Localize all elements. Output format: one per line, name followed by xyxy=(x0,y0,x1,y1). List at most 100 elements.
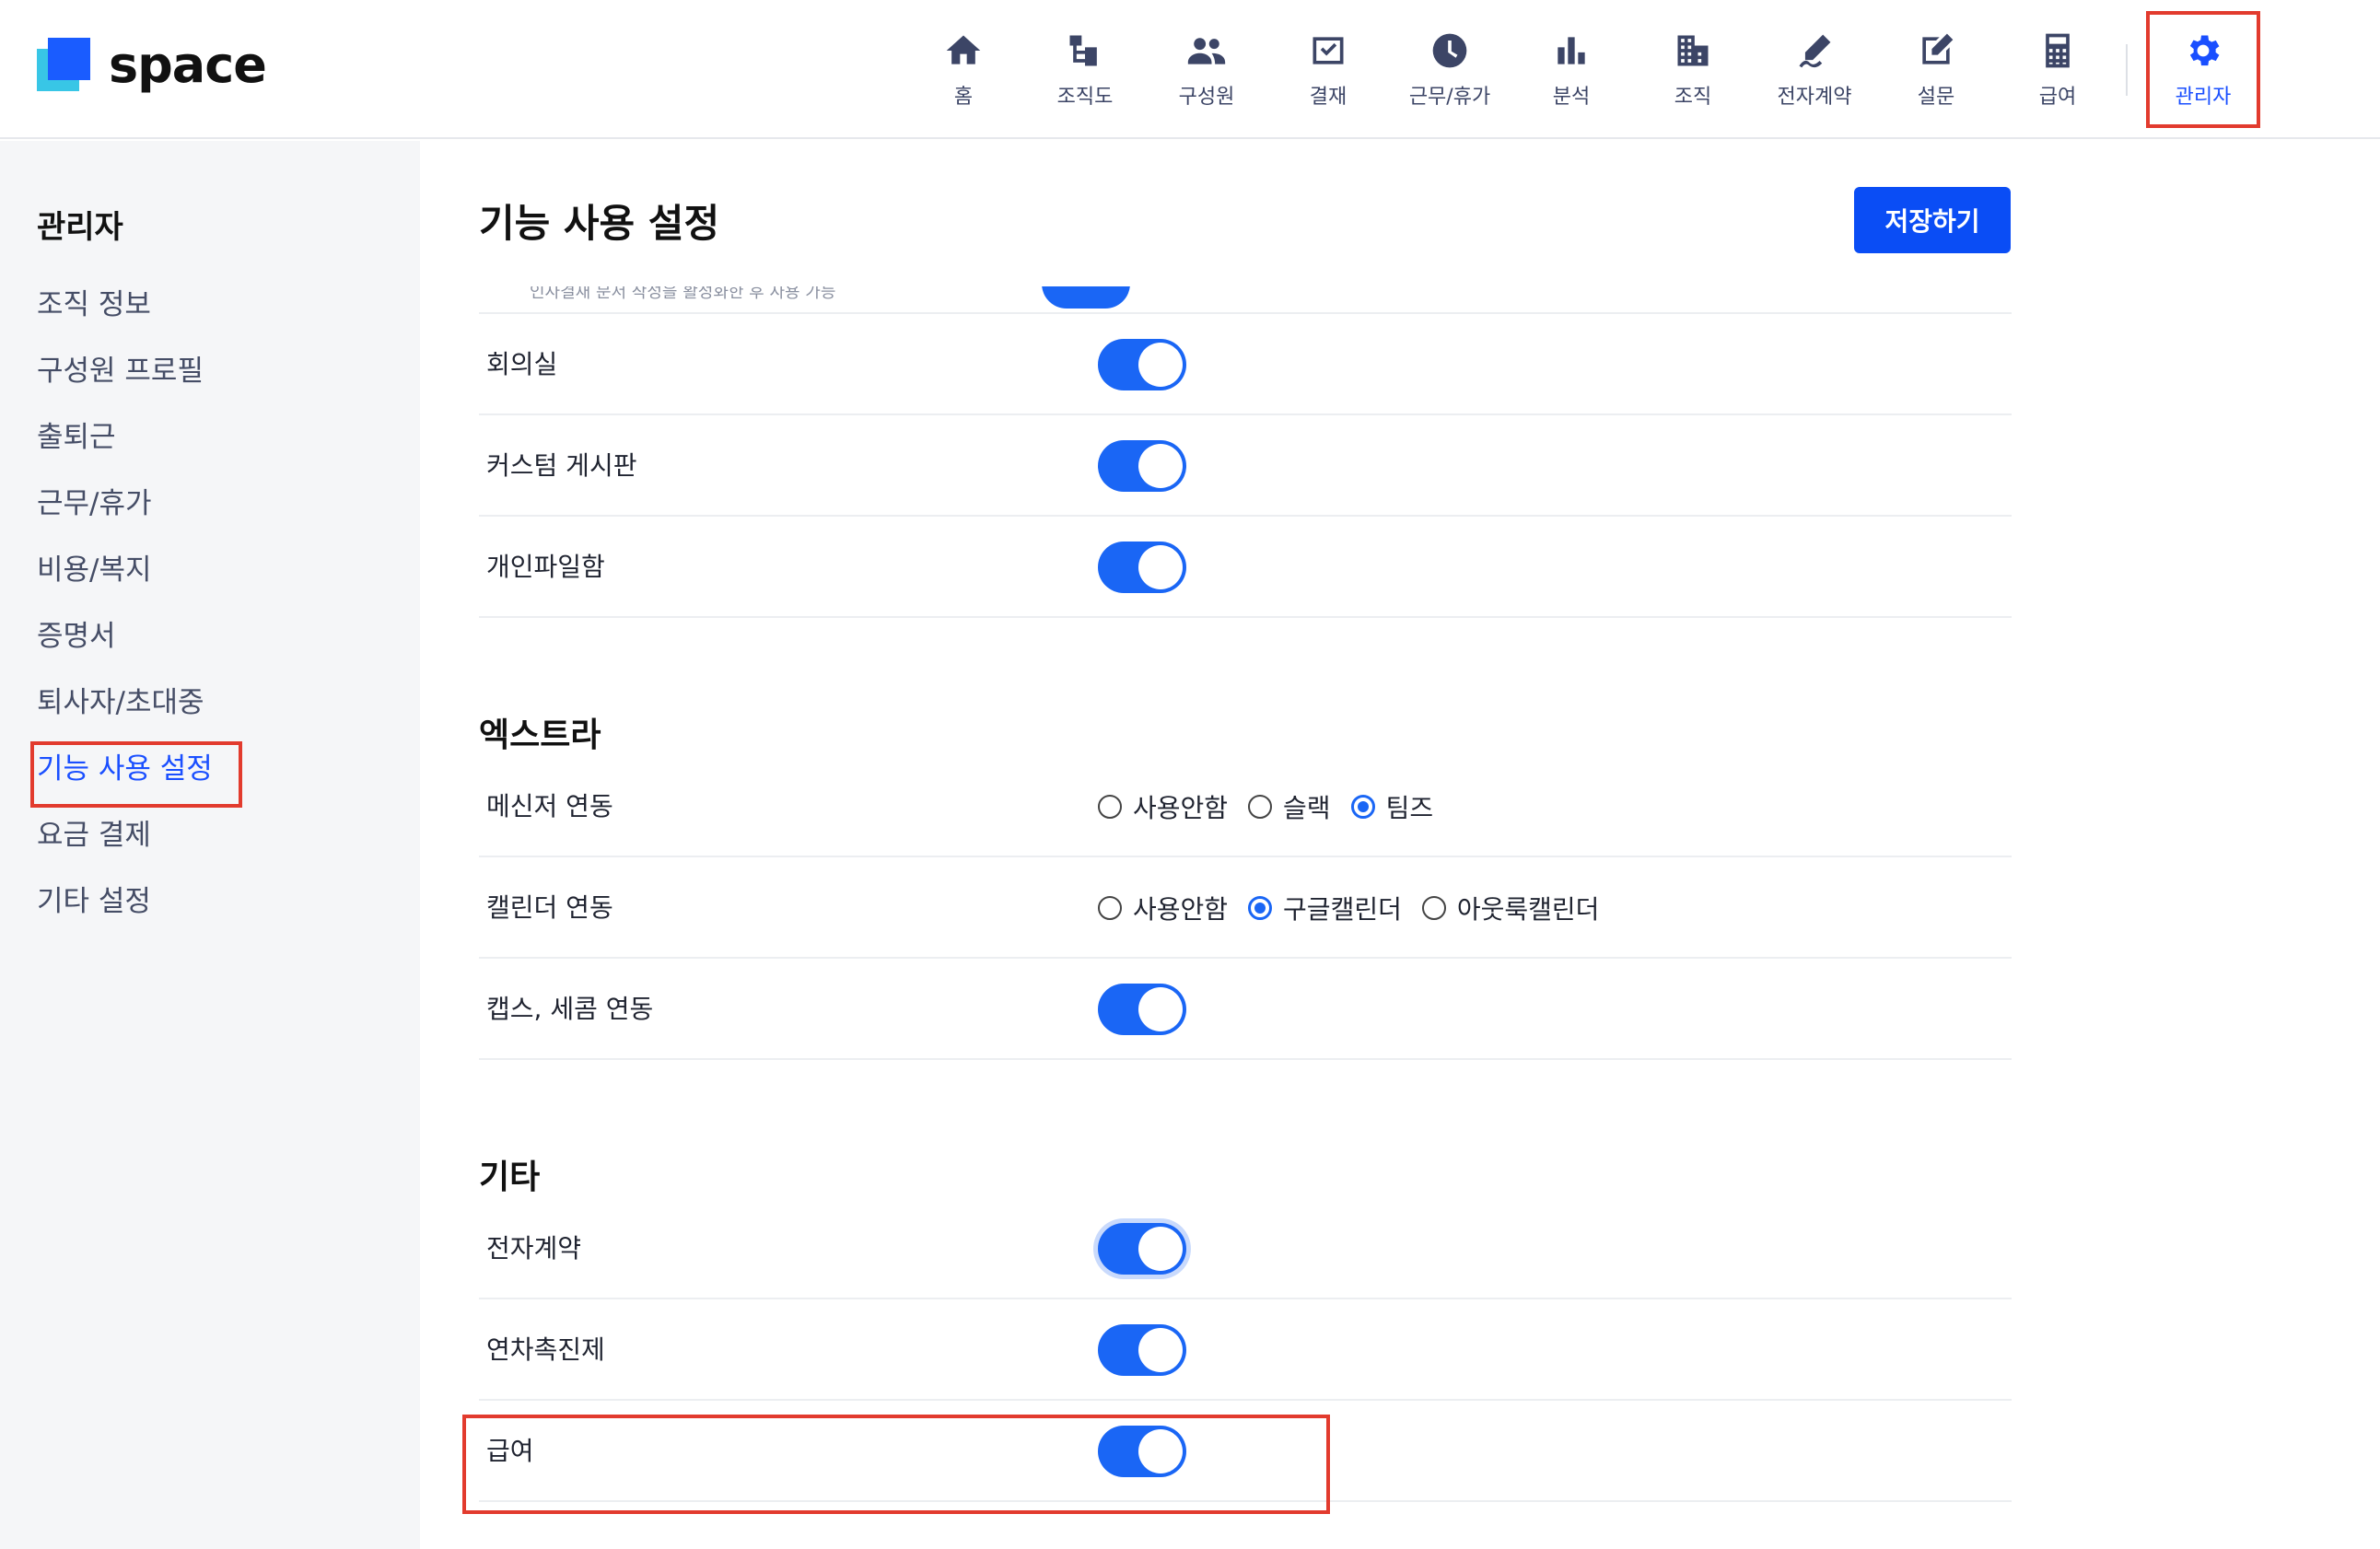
toggle-knob xyxy=(1138,1429,1183,1473)
org-chart-icon xyxy=(1069,35,1097,65)
nav-item-home[interactable]: 홈 xyxy=(903,0,1024,139)
sidebar-item-org-info[interactable]: 조직 정보 xyxy=(37,272,213,338)
sidebar-title: 관리자 xyxy=(37,209,123,246)
radio-label: 사용안함 xyxy=(1133,793,1229,823)
nav-label: 조직도 xyxy=(1056,85,1114,109)
payroll-toggle[interactable] xyxy=(1098,1426,1186,1477)
nav-item-payroll[interactable]: 급여 xyxy=(1997,0,2118,139)
setting-row-personal-files: 개인파일함 xyxy=(479,517,2012,618)
messenger-option-teams[interactable]: 팀즈 xyxy=(1350,788,1434,825)
toggle-knob xyxy=(1138,1227,1183,1271)
nav-item-work-leave[interactable]: 근무/휴가 xyxy=(1389,0,1511,139)
setting-label: 캘린더 연동 xyxy=(486,892,613,923)
toggle-knob xyxy=(1138,343,1183,387)
nav-label: 관리자 xyxy=(2175,85,2232,109)
toggle-knob xyxy=(1138,545,1183,589)
meeting-room-toggle[interactable] xyxy=(1098,339,1186,390)
sidebar-item-member-profile[interactable]: 구성원 프로필 xyxy=(37,338,213,404)
radio-label: 사용안함 xyxy=(1133,894,1229,925)
calendar-option-outlook[interactable]: 아웃룩캘린더 xyxy=(1421,890,1599,926)
caps-secom-toggle[interactable] xyxy=(1098,984,1186,1035)
cut-off-description: 인사결재 문서 작성을 활성화한 후 사용 가능 xyxy=(530,286,836,302)
sidebar-item-work-leave[interactable]: 근무/휴가 xyxy=(37,471,213,537)
nav-label: 구성원 xyxy=(1178,85,1235,109)
nav-label: 홈 xyxy=(953,85,974,109)
radio-label: 슬랙 xyxy=(1283,793,1331,823)
calendar-option-google[interactable]: 구글캘린더 xyxy=(1248,890,1402,926)
setting-label: 메신저 연동 xyxy=(486,791,613,821)
people-icon xyxy=(1187,37,1226,64)
leave-promotion-toggle[interactable] xyxy=(1098,1324,1186,1376)
e-contract-toggle[interactable] xyxy=(1098,1223,1186,1275)
nav-label: 급여 xyxy=(2038,85,2077,109)
calendar-option-none[interactable]: 사용안함 xyxy=(1098,890,1228,926)
radio-button[interactable] xyxy=(1248,896,1273,920)
setting-label: 커스텀 게시판 xyxy=(486,450,637,481)
setting-row-custom-board: 커스텀 게시판 xyxy=(479,415,2012,517)
building-icon xyxy=(1677,35,1709,65)
nav-item-org-chart[interactable]: 조직도 xyxy=(1024,0,1146,139)
cut-off-toggle[interactable] xyxy=(1042,286,1130,309)
bar-chart-icon xyxy=(1558,36,1585,64)
nav-label: 조직 xyxy=(1674,85,1712,109)
nav-item-members[interactable]: 구성원 xyxy=(1146,0,1267,139)
nav-item-organization[interactable]: 조직 xyxy=(1632,0,1754,139)
radio-button[interactable] xyxy=(1098,795,1122,819)
messenger-option-slack[interactable]: 슬랙 xyxy=(1248,788,1331,825)
logo-mark-icon xyxy=(37,38,90,91)
personal-files-toggle[interactable] xyxy=(1098,542,1186,593)
sidebar-menu: 조직 정보 구성원 프로필 출퇴근 근무/휴가 비용/복지 증명서 퇴사자/초대… xyxy=(30,272,242,935)
custom-board-toggle[interactable] xyxy=(1098,440,1186,492)
nav-item-survey[interactable]: 설문 xyxy=(1875,0,1997,139)
setting-label: 연차촉진제 xyxy=(486,1334,605,1365)
sidebar: 관리자 조직 정보 구성원 프로필 출퇴근 근무/휴가 비용/복지 증명서 퇴사… xyxy=(0,141,420,1549)
setting-label: 전자계약 xyxy=(486,1233,582,1264)
nav-item-analytics[interactable]: 분석 xyxy=(1511,0,1632,139)
sidebar-item-other-settings[interactable]: 기타 설정 xyxy=(37,868,213,935)
nav-item-e-contract[interactable]: 전자계약 xyxy=(1754,0,1875,139)
radio-button[interactable] xyxy=(1350,795,1375,819)
gear-icon xyxy=(2189,35,2220,65)
nav-label: 전자계약 xyxy=(1777,85,1852,109)
radio-button[interactable] xyxy=(1098,896,1122,920)
setting-label: 회의실 xyxy=(486,349,558,379)
logo[interactable]: space xyxy=(37,35,267,94)
page-title: 기능 사용 설정 xyxy=(479,201,720,246)
setting-row-e-contract: 전자계약 xyxy=(479,1198,2012,1299)
sidebar-item-certificates[interactable]: 증명서 xyxy=(37,603,213,670)
cut-off-row: 인사결재 문서 작성을 활성화한 후 사용 가능 xyxy=(479,286,2012,314)
nav-item-admin[interactable]: 관리자 xyxy=(2135,0,2271,139)
sidebar-item-feature-settings[interactable]: 기능 사용 설정 xyxy=(30,736,242,808)
main-content: 기능 사용 설정 저장하기 인사결재 문서 작성을 활성화한 후 사용 가능 회… xyxy=(420,141,2380,1549)
signature-icon xyxy=(1799,34,1831,67)
home-icon xyxy=(946,35,981,64)
radio-button[interactable] xyxy=(1421,896,1446,920)
radio-label: 구글캘린더 xyxy=(1283,894,1402,925)
logo-text: space xyxy=(109,35,267,94)
setting-label: 급여 xyxy=(486,1436,534,1466)
radio-button[interactable] xyxy=(1248,795,1273,819)
radio-label: 팀즈 xyxy=(1385,793,1434,823)
sidebar-item-attendance[interactable]: 출퇴근 xyxy=(37,404,213,471)
toggle-knob xyxy=(1138,987,1183,1031)
sidebar-item-expense-welfare[interactable]: 비용/복지 xyxy=(37,537,213,603)
setting-label: 캡스, 세콤 연동 xyxy=(486,994,654,1024)
save-button[interactable]: 저장하기 xyxy=(1854,187,2011,253)
messenger-radio-group: 사용안함 슬랙 팀즈 xyxy=(1098,756,1453,857)
setting-row-meeting-room: 회의실 xyxy=(479,314,2012,415)
toggle-knob xyxy=(1138,1328,1183,1372)
survey-icon xyxy=(1922,33,1954,64)
top-nav: 홈 조직도 구성원 결재 근무/휴가 분석 조직 전자계약 설문 급여 관리자 xyxy=(903,0,2271,139)
nav-label: 근무/휴가 xyxy=(1408,85,1491,109)
section-title-etc: 기타 xyxy=(479,1159,541,1196)
nav-label: 설문 xyxy=(1917,85,1955,109)
sidebar-item-billing[interactable]: 요금 결제 xyxy=(37,802,213,868)
sidebar-item-departed-invited[interactable]: 퇴사자/초대중 xyxy=(37,670,213,736)
setting-label: 개인파일함 xyxy=(486,552,605,582)
messenger-option-none[interactable]: 사용안함 xyxy=(1098,788,1228,825)
settings-scroll-area[interactable]: 인사결재 문서 작성을 활성화한 후 사용 가능 회의실 커스텀 게시판 개인파… xyxy=(479,286,2012,1549)
nav-item-approval[interactable]: 결재 xyxy=(1267,0,1389,139)
nav-divider xyxy=(2126,43,2128,96)
approval-icon xyxy=(1312,36,1344,64)
setting-row-messenger: 메신저 연동 사용안함 슬랙 팀즈 xyxy=(479,756,2012,857)
